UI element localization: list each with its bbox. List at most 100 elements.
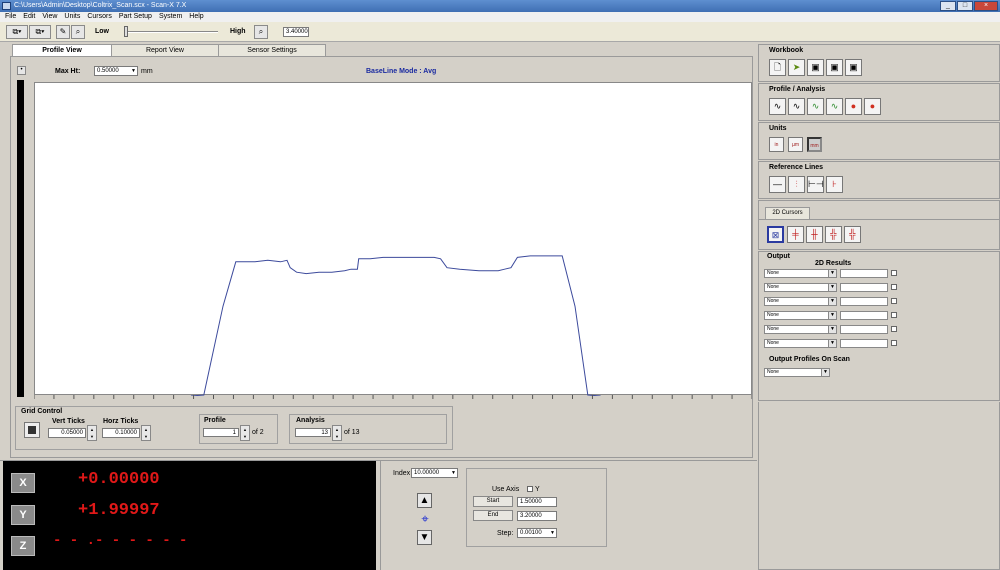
menu-file[interactable]: File <box>5 12 16 22</box>
ref-line-horizontal-icon[interactable]: — <box>769 176 786 193</box>
menu-units[interactable]: Units <box>64 12 80 22</box>
analysis-label: Analysis <box>296 417 325 424</box>
menu-help[interactable]: Help <box>189 12 203 22</box>
vert-ticks-spinner[interactable]: ▲ ▼ <box>87 425 97 441</box>
unit-mm-button[interactable]: mm <box>807 137 822 152</box>
profile-wave-alt-icon[interactable]: ∿ <box>788 98 805 115</box>
output-value-5[interactable] <box>840 325 888 334</box>
folder-icon[interactable]: ✎ <box>56 25 70 39</box>
ref-line-vertical-icon[interactable]: ⫶ <box>788 176 805 193</box>
magnify-icon[interactable]: ⌕ <box>254 25 268 39</box>
tab-2d-cursors[interactable]: 2D Cursors <box>765 207 810 219</box>
z-axis-button[interactable]: Z <box>11 536 35 556</box>
output-value-3[interactable] <box>840 297 888 306</box>
unit-micron-button[interactable]: µm <box>788 137 803 152</box>
cursor-quad-icon[interactable]: ╬ <box>844 226 861 243</box>
output-select-3[interactable]: None ▼ <box>764 297 837 306</box>
output-select-4[interactable]: None ▼ <box>764 311 837 320</box>
new-file-icon[interactable]: 🗋 <box>769 59 786 76</box>
toolbar-value-field[interactable]: 3.40000 <box>283 27 309 37</box>
profile-compare-icon[interactable]: ∿ <box>826 98 843 115</box>
save-icon[interactable]: ▣ <box>807 59 824 76</box>
tab-sensor-settings[interactable]: Sensor Settings <box>218 44 326 56</box>
horz-ticks-field[interactable]: 0.10000 <box>102 428 140 438</box>
open-folder-icon[interactable]: ➤ <box>788 59 805 76</box>
profile-wave-icon[interactable]: ∿ <box>769 98 786 115</box>
start-button[interactable]: Start <box>473 496 513 507</box>
x-axis-button[interactable]: X <box>11 473 35 493</box>
menu-part-setup[interactable]: Part Setup <box>119 12 152 22</box>
sensitivity-slider-track[interactable] <box>125 31 218 33</box>
view-tabs: Profile View Report View Sensor Settings <box>12 44 326 57</box>
output-value-1[interactable] <box>840 269 888 278</box>
use-axis-label: Use Axis <box>492 486 520 493</box>
save-as-icon[interactable]: ▣ <box>826 59 843 76</box>
output-select-2-value: None <box>767 284 779 290</box>
analysis-field[interactable]: 13 <box>295 428 331 437</box>
cursor-triple-icon[interactable]: ╬ <box>825 226 842 243</box>
output-select-6[interactable]: None ▼ <box>764 339 837 348</box>
step-select[interactable]: 0.00100 ▼ <box>517 528 557 538</box>
menu-cursors[interactable]: Cursors <box>87 12 112 22</box>
output-profiles-select[interactable]: None ▼ <box>764 368 830 377</box>
copy-dropdown-icon[interactable]: ⧉▾ <box>6 25 28 39</box>
max-ht-select[interactable]: 0.50000 ▼ <box>94 66 138 76</box>
cursor-single-icon[interactable]: ╪ <box>787 226 804 243</box>
ref-line-span-icon[interactable]: ⊢⊣ <box>807 176 824 193</box>
output-checkbox-2[interactable] <box>891 284 897 290</box>
output-checkbox-3[interactable] <box>891 298 897 304</box>
index-value: 10.00000 <box>414 470 440 476</box>
output-checkbox-4[interactable] <box>891 312 897 318</box>
minimize-button[interactable]: _ <box>940 1 956 11</box>
index-select[interactable]: 10.00000 ▼ <box>411 468 458 478</box>
menu-edit[interactable]: Edit <box>23 12 35 22</box>
crosshair-icon[interactable]: ⌖ <box>418 512 432 526</box>
use-axis-checkbox[interactable] <box>527 486 533 492</box>
output-value-6[interactable] <box>840 339 888 348</box>
save-all-icon[interactable]: ▣ <box>845 59 862 76</box>
grid-toggle-button[interactable] <box>24 422 40 438</box>
move-up-button[interactable]: ▲ <box>417 493 432 508</box>
start-field[interactable]: 1.50000 <box>517 497 557 507</box>
y-axis-button[interactable]: Y <box>11 505 35 525</box>
profile-plot-area[interactable] <box>34 82 752 397</box>
output-select-1[interactable]: None ▼ <box>764 269 837 278</box>
analysis-stop-icon[interactable]: ● <box>864 98 881 115</box>
menu-view[interactable]: View <box>42 12 57 22</box>
menu-system[interactable]: System <box>159 12 182 22</box>
analysis-spinner[interactable]: ▲ ▼ <box>332 425 342 441</box>
ref-line-angle-icon[interactable]: ⊦ <box>826 176 843 193</box>
paste-dropdown-icon[interactable]: ⧉▾ <box>29 25 51 39</box>
output-checkbox-1[interactable] <box>891 270 897 276</box>
unit-inch-button[interactable]: in <box>769 137 784 152</box>
triangle-down-icon: ▼ <box>419 532 430 543</box>
workbook-title: Workbook <box>769 47 804 54</box>
profile-field[interactable]: 1 <box>203 428 239 437</box>
cursor-double-icon[interactable]: ╫ <box>806 226 823 243</box>
close-button[interactable]: × <box>974 1 998 11</box>
output-select-5[interactable]: None ▼ <box>764 325 837 334</box>
output-checkbox-6[interactable] <box>891 340 897 346</box>
move-down-button[interactable]: ▼ <box>417 530 432 545</box>
analysis-run-icon[interactable]: ● <box>845 98 862 115</box>
chevron-down-icon: ▼ <box>821 369 829 376</box>
vert-ticks-field[interactable]: 0.05000 <box>48 428 86 438</box>
output-checkbox-5[interactable] <box>891 326 897 332</box>
profile-add-icon[interactable]: ∿ <box>807 98 824 115</box>
output-value-2[interactable] <box>840 283 888 292</box>
maximize-button[interactable]: □ <box>957 1 973 11</box>
output-value-4[interactable] <box>840 311 888 320</box>
horz-ticks-spinner[interactable]: ▲ ▼ <box>141 425 151 441</box>
cursor-clear-icon[interactable]: ⊠ <box>767 226 784 243</box>
output-select-2[interactable]: None ▼ <box>764 283 837 292</box>
use-axis-value: Y <box>535 486 540 493</box>
profile-spinner[interactable]: ▲ ▼ <box>240 425 250 441</box>
units-panel: Units in µm mm <box>758 122 1000 160</box>
plot-options-button[interactable]: • <box>17 66 26 75</box>
end-button[interactable]: End <box>473 510 513 521</box>
profile-analysis-title: Profile / Analysis <box>769 86 826 93</box>
tab-report-view[interactable]: Report View <box>111 44 219 56</box>
sensitivity-slider-thumb[interactable] <box>124 26 128 37</box>
end-field[interactable]: 3.20000 <box>517 511 557 521</box>
zoom-icon[interactable]: ⌕ <box>71 25 85 39</box>
